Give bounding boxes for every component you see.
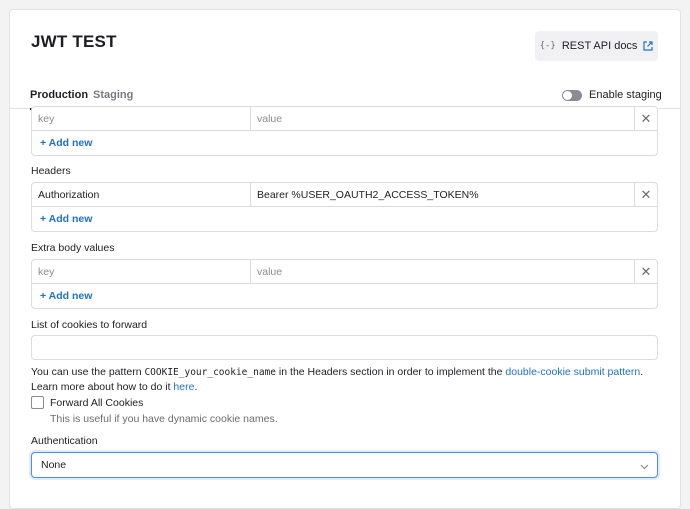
key-input[interactable]: key xyxy=(32,107,251,130)
rest-api-docs-label: REST API docs xyxy=(561,40,638,52)
authentication-label: Authentication xyxy=(31,435,98,447)
cookies-help-text: You can use the pattern COOKIE_your_cook… xyxy=(31,365,658,395)
toggle-switch[interactable] xyxy=(562,89,582,101)
enable-staging-label: Enable staging xyxy=(589,89,662,101)
chevron-down-icon xyxy=(640,461,649,473)
value-input[interactable]: value xyxy=(251,107,635,130)
body-key-input[interactable]: key xyxy=(32,260,251,283)
query-params-table: key value ✕ + Add new xyxy=(31,106,658,156)
tab-staging[interactable]: Staging xyxy=(93,89,133,101)
forward-all-cookies-checkbox[interactable] xyxy=(31,396,44,409)
external-link-icon xyxy=(643,41,654,51)
extra-body-table: key value ✕ + Add new xyxy=(31,259,658,309)
headers-table: Authorization Bearer %USER_OAUTH2_ACCESS… xyxy=(31,182,658,232)
forward-all-cookies-row: Forward All Cookies xyxy=(31,396,143,409)
braces-icon: {-} xyxy=(539,41,556,51)
table-row: key value ✕ xyxy=(32,107,657,131)
help-text: . xyxy=(194,381,198,393)
header-key-input[interactable]: Authorization xyxy=(32,183,251,206)
authentication-selected-value: None xyxy=(41,459,67,471)
add-body-value-button[interactable]: + Add new xyxy=(32,284,657,308)
header-value-input[interactable]: Bearer %USER_OAUTH2_ACCESS_TOKEN% xyxy=(251,183,635,206)
remove-header-icon[interactable]: ✕ xyxy=(635,183,657,206)
table-row: Authorization Bearer %USER_OAUTH2_ACCESS… xyxy=(32,183,657,207)
page-title: JWT TEST xyxy=(31,32,117,51)
body-value-input[interactable]: value xyxy=(251,260,635,283)
remove-body-row-icon[interactable]: ✕ xyxy=(635,260,657,283)
forward-all-cookies-help: This is useful if you have dynamic cooki… xyxy=(50,413,278,425)
cookies-label: List of cookies to forward xyxy=(31,319,148,331)
tab-production[interactable]: Production xyxy=(30,89,88,101)
forward-all-cookies-label: Forward All Cookies xyxy=(50,396,144,409)
settings-card: JWT TEST {-} REST API docs Production St… xyxy=(9,9,681,509)
double-cookie-link[interactable]: double-cookie submit pattern xyxy=(505,366,640,378)
help-text: You can use the pattern xyxy=(31,366,145,378)
add-new-button[interactable]: + Add new xyxy=(32,131,657,155)
cookies-input[interactable] xyxy=(31,335,658,360)
extra-body-label: Extra body values xyxy=(31,242,115,254)
toggle-knob xyxy=(563,90,572,100)
authentication-select[interactable]: None xyxy=(31,452,658,478)
here-link[interactable]: here xyxy=(173,381,194,393)
cookie-pattern-code: COOKIE_your_cookie_name xyxy=(144,367,277,378)
table-row: key value ✕ xyxy=(32,260,657,284)
add-header-button[interactable]: + Add new xyxy=(32,207,657,231)
enable-staging-toggle[interactable]: Enable staging xyxy=(562,89,662,101)
remove-row-icon[interactable]: ✕ xyxy=(635,107,657,130)
help-text: in the Headers section in order to imple… xyxy=(276,366,506,378)
headers-label: Headers xyxy=(31,165,71,177)
rest-api-docs-button[interactable]: {-} REST API docs xyxy=(535,31,658,61)
